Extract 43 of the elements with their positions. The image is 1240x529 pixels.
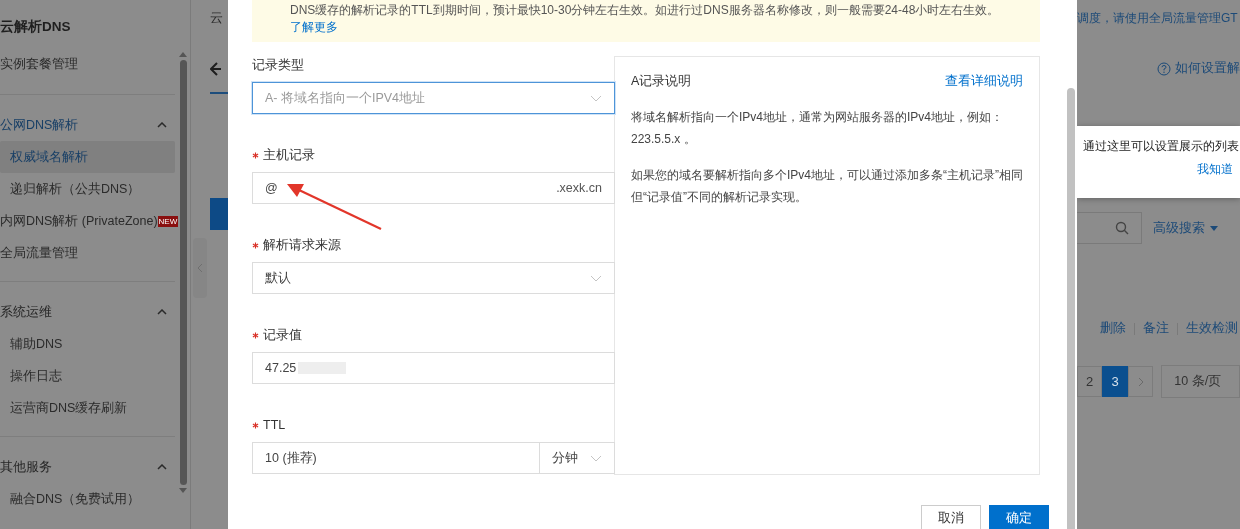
field-label: 记录值 bbox=[263, 326, 302, 344]
sidebar-item[interactable]: 运营商DNS缓存刷新 bbox=[0, 392, 175, 424]
select-field[interactable]: 默认 bbox=[252, 262, 615, 294]
sidebar-item[interactable]: 融合DNS（免费试用） bbox=[0, 483, 175, 515]
cancel-button[interactable]: 取消 bbox=[921, 505, 981, 529]
sidebar-item[interactable]: 递归解析（公共DNS） bbox=[0, 173, 175, 205]
sidebar-group[interactable]: 公网DNS解析 bbox=[0, 109, 175, 141]
page-size-select[interactable]: 10 条/页 bbox=[1161, 365, 1240, 398]
row-action-link[interactable]: 备注 bbox=[1143, 320, 1169, 337]
unit-select[interactable]: 分钟 bbox=[540, 442, 615, 474]
input-field[interactable]: 10 (推荐) bbox=[252, 442, 540, 474]
sidebar-item[interactable]: 操作日志 bbox=[0, 360, 175, 392]
input-field[interactable]: 47.25 bbox=[252, 352, 615, 384]
sidebar-group[interactable]: 系统运维 bbox=[0, 296, 175, 328]
sidebar-group[interactable]: 其他服务 bbox=[0, 451, 175, 483]
input-field[interactable]: @ .xexk.cn bbox=[252, 172, 615, 204]
details-link[interactable]: 查看详细说明 bbox=[945, 73, 1023, 90]
sidebar-title: 云解析DNS bbox=[0, 18, 72, 36]
new-badge: NEW bbox=[157, 215, 179, 227]
sidebar-item[interactable]: 全局流量管理 bbox=[0, 237, 175, 269]
tooltip-text: 通过这里可以设置展示的列表 bbox=[1083, 138, 1240, 155]
notice-text: 调度，请使用全局流量管理GT bbox=[1077, 10, 1239, 27]
advanced-search-link[interactable]: 高级搜索 bbox=[1153, 219, 1205, 237]
confirm-button[interactable]: 确定 bbox=[989, 505, 1049, 529]
tooltip-link[interactable]: 我知道 bbox=[1197, 161, 1240, 178]
learn-more-link[interactable]: 了解更多 bbox=[290, 20, 338, 34]
sidebar-item[interactable]: 实例套餐管理 bbox=[0, 48, 175, 80]
help-title: A记录说明 bbox=[631, 73, 692, 90]
row-action-link[interactable]: 生效检测 bbox=[1186, 320, 1238, 337]
row-action-link[interactable]: 删除 bbox=[1100, 320, 1126, 337]
breadcrumb[interactable]: 云 bbox=[210, 9, 228, 27]
help-link[interactable]: 如何设置解 bbox=[1175, 60, 1240, 77]
field-label: 记录类型 bbox=[252, 56, 304, 74]
sidebar-item[interactable]: 权威域名解析 bbox=[0, 141, 175, 173]
field-label: TTL bbox=[263, 418, 286, 432]
notice-text: DNS缓存的解析记录的TTL到期时间，预计最快10-30分钟左右生效。如进行过DNS服务器名称修改，则一般需要24-48小时左右生效。 了解更多 bbox=[290, 3, 1000, 34]
page-button[interactable]: 2 bbox=[1077, 366, 1103, 397]
help-text: 将域名解析指向一个IPv4地址，通常为网站服务器的IPv4地址，例如：223.5.5.x 。 bbox=[631, 109, 1005, 148]
field-label: 解析请求来源 bbox=[263, 236, 341, 254]
sidebar-item[interactable]: 辅助DNS bbox=[0, 328, 175, 360]
field-label: 主机记录 bbox=[263, 146, 315, 164]
page-button[interactable]: 3 bbox=[1102, 366, 1128, 397]
help-text: 如果您的域名要解析指向多个IPv4地址，可以通过添加多条“主机记录”相同但“记录值”不同的解析记录实现。 bbox=[631, 167, 1023, 206]
